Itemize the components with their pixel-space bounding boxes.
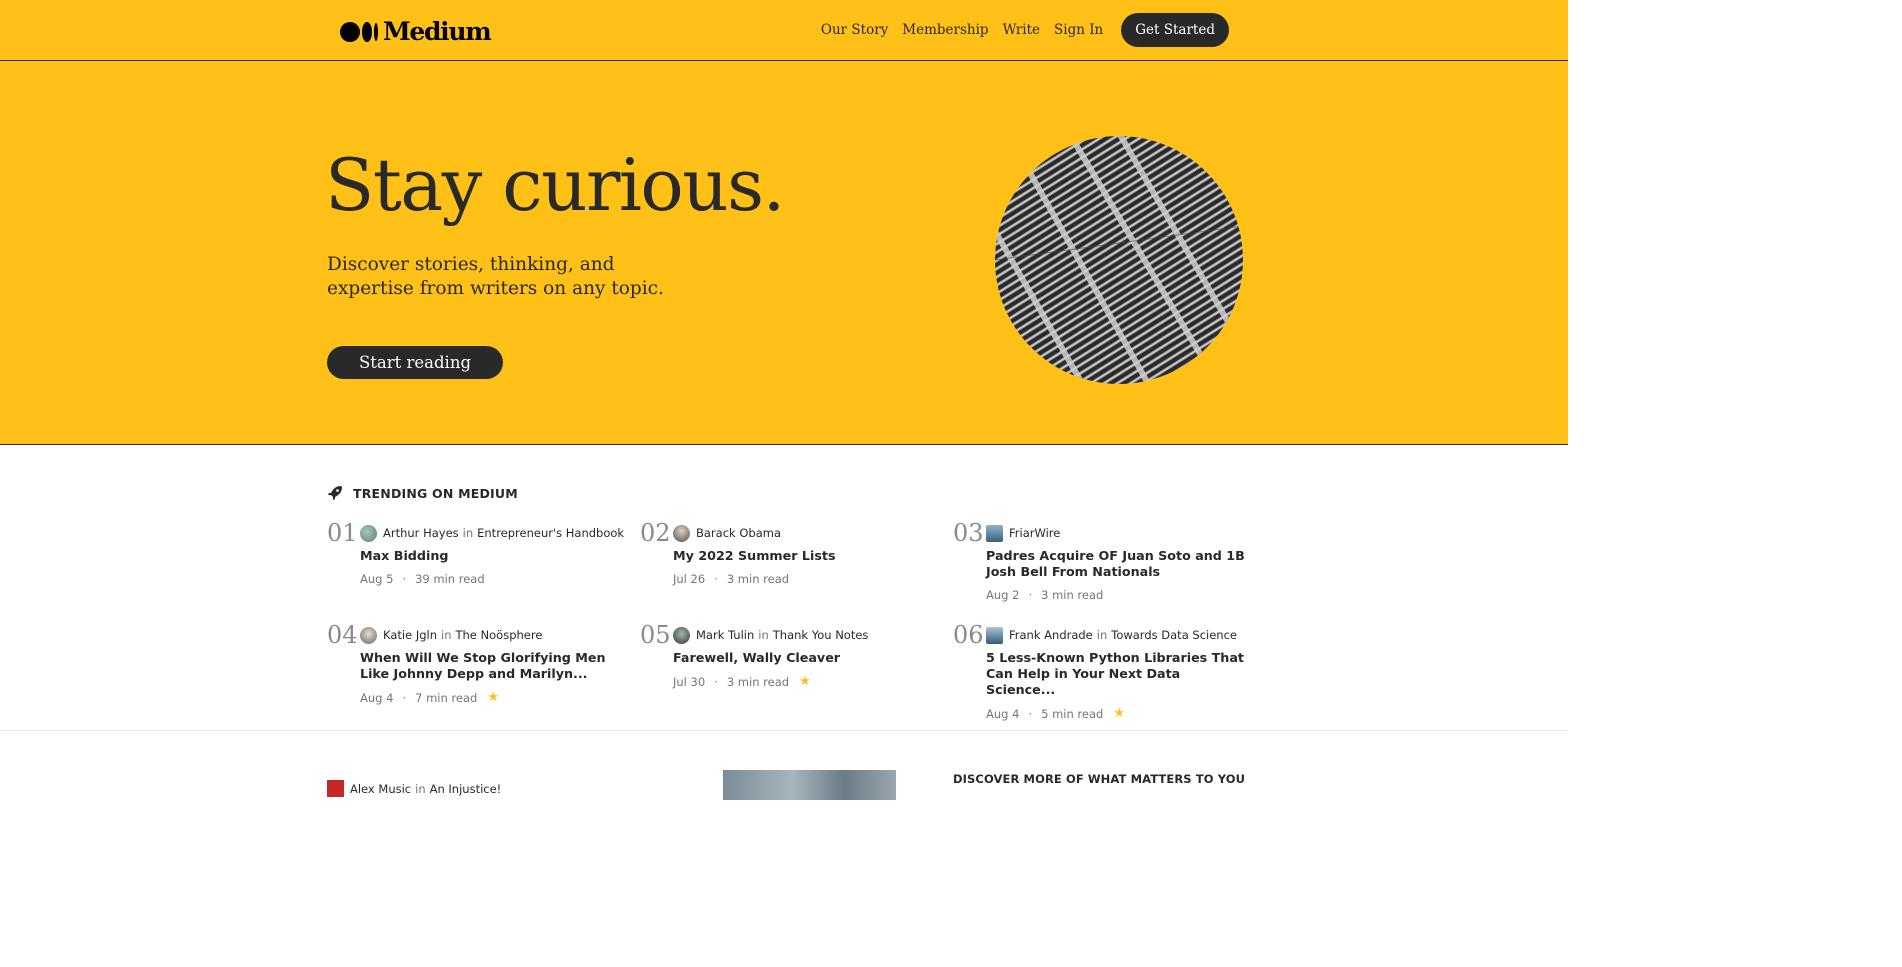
read-time: 3 min read <box>726 572 790 586</box>
trending-rank: 05 <box>640 621 671 649</box>
publication-avatar <box>327 780 344 797</box>
trending-section: TRENDING ON MEDIUM 01 Arthur Hayes in En… <box>0 445 1568 731</box>
logo-wordmark: Medium <box>383 17 492 46</box>
member-only-star-icon: ★ <box>799 674 811 689</box>
author-avatar <box>986 524 1003 542</box>
hero-section: Stay curious. Discover stories, thinking… <box>0 61 1568 445</box>
story-title[interactable]: 5 Less-Known Python Libraries That Can H… <box>986 650 1248 698</box>
medium-logo[interactable]: Medium <box>340 17 492 46</box>
author-name[interactable]: FriarWire <box>1009 526 1060 540</box>
publication-name[interactable]: An Injustice! <box>430 782 502 796</box>
story-date: Jul 30 <box>673 674 706 689</box>
story-title[interactable]: Farewell, Wally Cleaver <box>673 650 935 666</box>
story-title[interactable]: When Will We Stop Glorifying Men Like Jo… <box>360 650 622 682</box>
story-date: Aug 5 <box>360 572 394 586</box>
hero-illustration <box>995 136 1243 384</box>
author-name[interactable]: Mark Tulin <box>696 628 754 642</box>
read-time: 3 min read <box>1041 588 1104 602</box>
author-name[interactable]: Alex Music <box>350 782 411 796</box>
author-avatar <box>360 626 377 644</box>
publication-name[interactable]: Thank You Notes <box>773 628 869 642</box>
member-only-star-icon: ★ <box>487 690 499 705</box>
story-date: Aug 4 <box>360 690 394 705</box>
author-avatar <box>986 626 1003 644</box>
hero-title: Stay curious. <box>325 143 785 227</box>
publication-name[interactable]: The Noösphere <box>455 628 542 642</box>
story-date: Jul 26 <box>673 572 706 586</box>
main-nav: Our Story Membership Write Sign In Get S… <box>807 13 1229 47</box>
author-name[interactable]: Frank Andrade <box>1009 628 1093 642</box>
trending-heading: TRENDING ON MEDIUM <box>353 485 518 501</box>
trending-rank: 04 <box>327 621 358 649</box>
top-navbar: Medium Our Story Membership Write Sign I… <box>0 0 1568 61</box>
story-thumbnail[interactable] <box>723 770 896 800</box>
read-time: 3 min read <box>726 674 790 689</box>
trending-header: TRENDING ON MEDIUM <box>327 485 518 501</box>
feed-item-meta[interactable]: Alex Music in An Injustice! <box>327 780 501 797</box>
nav-membership[interactable]: Membership <box>902 22 988 38</box>
story-date: Aug 2 <box>986 588 1020 602</box>
author-avatar <box>360 524 377 542</box>
publication-name[interactable]: Entrepreneur's Handbook <box>477 526 624 540</box>
trending-rank: 02 <box>640 519 671 547</box>
trending-rank: 01 <box>327 519 358 547</box>
author-name[interactable]: Katie Jgln <box>383 628 437 642</box>
author-avatar <box>673 626 690 644</box>
author-avatar <box>673 524 690 542</box>
trending-rank: 03 <box>953 519 984 547</box>
get-started-button[interactable]: Get Started <box>1121 13 1229 47</box>
story-title[interactable]: My 2022 Summer Lists <box>673 548 935 564</box>
read-time: 5 min read <box>1041 706 1104 721</box>
nav-write[interactable]: Write <box>1003 22 1040 38</box>
nav-sign-in[interactable]: Sign In <box>1054 22 1103 38</box>
trending-rank: 06 <box>953 621 984 649</box>
discover-heading: DISCOVER MORE OF WHAT MATTERS TO YOU <box>953 772 1246 786</box>
nav-our-story[interactable]: Our Story <box>821 22 888 38</box>
read-time: 7 min read <box>415 690 478 705</box>
story-date: Aug 4 <box>986 706 1020 721</box>
member-only-star-icon: ★ <box>1113 706 1125 721</box>
trending-icon <box>328 486 342 500</box>
story-title[interactable]: Max Bidding <box>360 548 622 564</box>
medium-logo-icon <box>340 21 378 42</box>
story-title[interactable]: Padres Acquire OF Juan Soto and 1B Josh … <box>986 548 1248 580</box>
author-name[interactable]: Barack Obama <box>696 526 781 540</box>
start-reading-button[interactable]: Start reading <box>327 346 503 379</box>
publication-name[interactable]: Towards Data Science <box>1111 628 1237 642</box>
hero-subtitle: Discover stories, thinking, and expertis… <box>327 254 664 299</box>
read-time: 39 min read <box>415 572 485 586</box>
author-name[interactable]: Arthur Hayes <box>383 526 459 540</box>
